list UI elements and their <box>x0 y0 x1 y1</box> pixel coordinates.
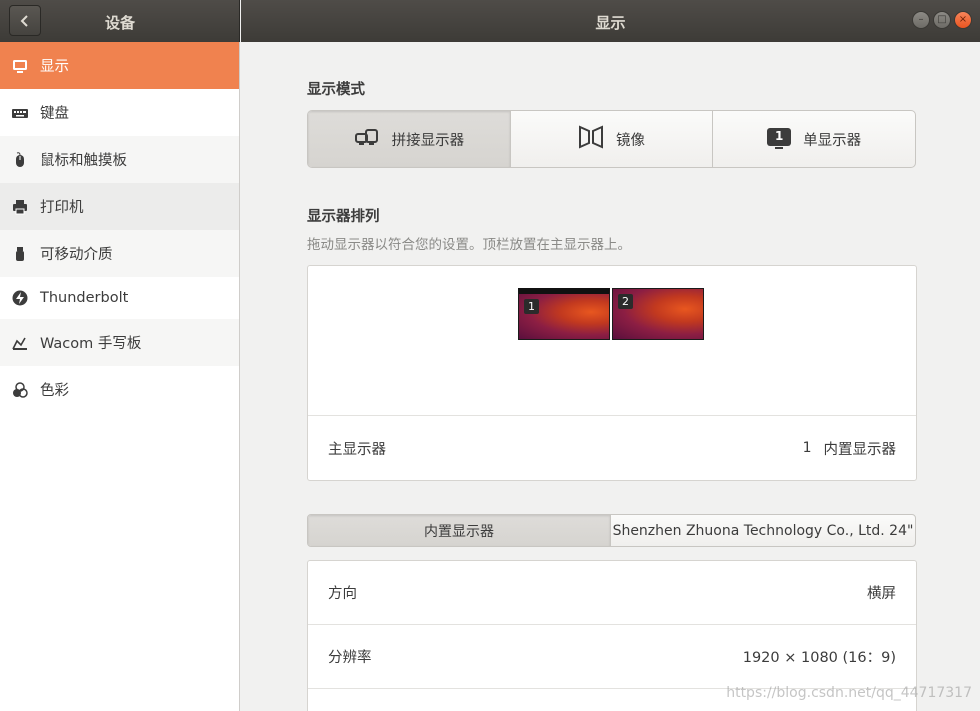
display-selector-tabs: 内置显示器 Shenzhen Zhuona Technology Co., Lt… <box>307 514 916 547</box>
resolution-value: 1920 × 1080 (16：9) <box>742 650 896 666</box>
usb-icon <box>12 246 28 262</box>
display-mode-title: 显示模式 <box>307 82 365 98</box>
primary-display-label: 主显示器 <box>328 441 386 458</box>
sidebar: 显示 键盘 鼠标和触摸板 打印机 可移动介质 Thunderbolt Wacom… <box>0 42 240 711</box>
display-mode-selector: 拼接显示器 镜像 1 单显示器 <box>307 110 916 168</box>
arrangement-title: 显示器排列 <box>307 209 380 225</box>
window-title: 显示 <box>595 14 626 32</box>
monitor-number: 2 <box>618 294 633 309</box>
sidebar-item-label: 鼠标和触摸板 <box>40 153 127 169</box>
sidebar-item-label: 显示 <box>40 59 69 75</box>
display-arrangement-area: 1 2 <box>308 266 916 416</box>
sidebar-item-printer[interactable]: 打印机 <box>0 183 239 230</box>
maximize-icon: □ <box>937 14 947 25</box>
mode-mirror-button[interactable]: 镜像 <box>511 111 714 167</box>
sidebar-item-label: 可移动介质 <box>40 247 113 263</box>
sidebar-item-display[interactable]: 显示 <box>0 42 239 89</box>
printer-icon <box>12 199 28 215</box>
resolution-label: 分辨率 <box>328 650 372 666</box>
mode-label: 镜像 <box>616 132 645 149</box>
orientation-value: 横屏 <box>867 586 896 602</box>
display-arrangement-panel: 1 2 主显示器 1 内置显示器 <box>307 265 917 481</box>
sidebar-item-removable-media[interactable]: 可移动介质 <box>0 230 239 277</box>
monitor-2-thumbnail[interactable]: 2 <box>612 288 704 340</box>
close-button[interactable]: × <box>954 11 972 29</box>
color-icon <box>12 381 28 398</box>
minimize-icon: – <box>918 14 924 25</box>
display-icon <box>12 58 28 74</box>
mode-label: 拼接显示器 <box>391 132 465 149</box>
mode-single-display-button[interactable]: 1 单显示器 <box>713 111 915 167</box>
display-settings-page: 显示模式 拼接显示器 镜像 1 单显示器 显示器排列 拖动显示器以符合您的设置。… <box>241 42 980 711</box>
primary-display-value: 内置显示器 <box>823 441 897 458</box>
mode-join-displays-button[interactable]: 拼接显示器 <box>308 111 511 167</box>
sidebar-item-label: 色彩 <box>40 383 69 399</box>
mode-label: 单显示器 <box>803 132 862 149</box>
tablet-icon <box>12 335 28 351</box>
monitor-number: 1 <box>524 299 539 314</box>
mouse-icon <box>12 151 28 168</box>
tab-builtin-display[interactable]: 内置显示器 <box>308 515 611 546</box>
arrangement-hint: 拖动显示器以符合您的设置。顶栏放置在主显示器上。 <box>307 237 631 253</box>
sidebar-item-label: 键盘 <box>40 106 69 122</box>
resolution-row[interactable]: 分辨率 1920 × 1080 (16：9) <box>308 625 916 689</box>
panel-title: 设备 <box>104 14 135 32</box>
orientation-label: 方向 <box>328 586 357 602</box>
primary-display-number: 1 <box>802 440 812 456</box>
close-icon: × <box>958 14 968 25</box>
sidebar-item-mouse[interactable]: 鼠标和触摸板 <box>0 136 239 183</box>
watermark: https://blog.csdn.net/qq_44717317 <box>726 685 972 701</box>
primary-display-row[interactable]: 主显示器 1 内置显示器 <box>308 416 916 480</box>
window-controls: – □ × <box>912 11 972 29</box>
sidebar-headerbar: 设备 <box>0 0 240 42</box>
maximize-button[interactable]: □ <box>933 11 951 29</box>
sidebar-item-label: Wacom 手写板 <box>40 336 142 352</box>
single-display-icon: 1 <box>767 128 792 150</box>
mirror-icon <box>578 125 604 153</box>
sidebar-item-thunderbolt[interactable]: Thunderbolt <box>0 277 239 319</box>
monitor-1-thumbnail[interactable]: 1 <box>518 288 610 340</box>
orientation-row[interactable]: 方向 横屏 <box>308 561 916 625</box>
tab-external-display[interactable]: Shenzhen Zhuona Technology Co., Ltd. 24" <box>611 515 915 546</box>
keyboard-icon <box>12 105 28 121</box>
sidebar-item-label: 打印机 <box>40 200 84 216</box>
join-displays-icon <box>354 127 380 151</box>
window-headerbar: 显示 – □ × <box>241 0 980 42</box>
sidebar-item-color[interactable]: 色彩 <box>0 366 239 413</box>
sidebar-item-keyboard[interactable]: 键盘 <box>0 89 239 136</box>
single-display-badge: 1 <box>774 129 784 143</box>
thunderbolt-icon <box>12 290 28 306</box>
sidebar-item-label: Thunderbolt <box>40 290 129 306</box>
sidebar-item-wacom[interactable]: Wacom 手写板 <box>0 319 239 366</box>
minimize-button[interactable]: – <box>912 11 930 29</box>
